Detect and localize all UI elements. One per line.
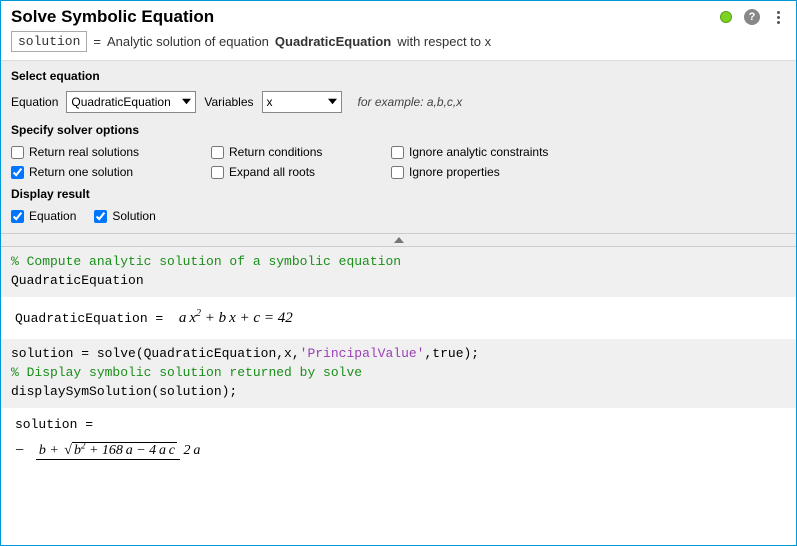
desc-post: with respect to x: [397, 34, 491, 49]
solution-fraction: b + b2 + 168 a − 4 a c 2 a: [36, 439, 200, 461]
equation-output-math: a x2 + b x + c = 42: [179, 310, 293, 326]
solution-label: solution =: [15, 416, 782, 435]
description-row: solution = Analytic solution of equation…: [1, 29, 796, 60]
desc-eqname: QuadraticEquation: [275, 34, 391, 49]
code-display-call: displaySymSolution(solution);: [11, 383, 786, 402]
help-icon[interactable]: ?: [744, 9, 760, 25]
check-display-solution[interactable]: Solution: [94, 209, 155, 223]
desc-pre: Analytic solution of equation: [107, 34, 269, 49]
equation-output-lhs: QuadraticEquation =: [15, 311, 163, 326]
collapse-toggle[interactable]: [1, 233, 796, 247]
check-real[interactable]: Return real solutions: [11, 145, 211, 159]
check-ignore-analytic[interactable]: Ignore analytic constraints: [391, 145, 611, 159]
output-var-box[interactable]: solution: [11, 31, 87, 52]
section-select-equation: Select equation: [11, 69, 786, 83]
check-display-equation[interactable]: Equation: [11, 209, 76, 223]
code-block-1: % Compute analytic solution of a symboli…: [1, 247, 796, 297]
code-solve-line: solution = solve(QuadraticEquation,x,'Pr…: [11, 345, 786, 364]
variables-select-value: x: [267, 95, 273, 109]
chevron-down-icon: [182, 95, 191, 109]
section-display-result: Display result: [11, 187, 786, 201]
solution-neg: −: [15, 442, 24, 459]
code-comment-1: % Compute analytic solution of a symboli…: [11, 253, 786, 272]
code-comment-2: % Display symbolic solution returned by …: [11, 364, 786, 383]
variables-select[interactable]: x: [262, 91, 342, 113]
check-conditions[interactable]: Return conditions: [211, 145, 391, 159]
check-ignore-properties[interactable]: Ignore properties: [391, 165, 611, 179]
section-solver-options: Specify solver options: [11, 123, 786, 137]
equals-sign: =: [93, 34, 101, 49]
equation-select[interactable]: QuadraticEquation: [66, 91, 196, 113]
variables-label: Variables: [204, 95, 253, 109]
code-block-2: solution = solve(QuadraticEquation,x,'Pr…: [1, 339, 796, 408]
equation-select-value: QuadraticEquation: [71, 95, 170, 109]
code-eqname: QuadraticEquation: [11, 272, 786, 291]
solution-output: solution = − b + b2 + 168 a − 4 a c 2 a: [1, 408, 796, 472]
equation-label: Equation: [11, 95, 58, 109]
check-one-solution[interactable]: Return one solution: [11, 165, 211, 179]
chevron-up-icon: [394, 237, 404, 243]
equation-output: QuadraticEquation = a x2 + b x + c = 42: [1, 297, 796, 340]
task-title: Solve Symbolic Equation: [11, 7, 720, 27]
status-indicator: [720, 11, 732, 23]
chevron-down-icon: [328, 95, 337, 109]
variables-hint: for example: a,b,c,x: [358, 95, 463, 109]
check-expand-roots[interactable]: Expand all roots: [211, 165, 391, 179]
more-menu-icon[interactable]: [770, 11, 786, 24]
